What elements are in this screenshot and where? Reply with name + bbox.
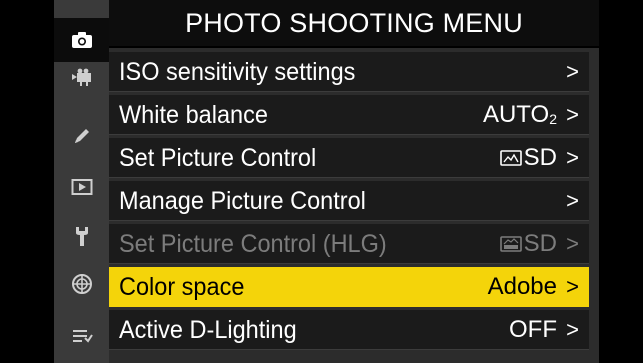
hlg-picture-control-value: SD [523,230,557,257]
chevron-right-icon: > [566,102,579,127]
menu-item-iso-sensitivity[interactable]: ISO sensitivity settings > [109,52,589,92]
my-menu-icon [72,330,93,343]
menu-item-label: Color space [119,273,245,301]
picture-control-value: SD [523,144,557,171]
sidebar-item-movie-shooting[interactable] [54,55,109,99]
menu-header: PHOTO SHOOTING MENU [109,0,599,48]
menu-item-label: ISO sensitivity settings [119,58,356,86]
chevron-right-icon: > [566,231,579,256]
menu-item-label: Active D-Lighting [119,316,297,344]
chevron-right-icon: > [566,145,579,170]
chevron-right-icon: > [566,317,579,342]
picture-control-icon [499,150,522,166]
menu-item-value: SD [499,141,557,175]
menu-item-manage-picture-control[interactable]: Manage Picture Control > [109,181,589,221]
sidebar-item-playback[interactable] [54,165,109,209]
chevron-right-icon: > [566,188,579,213]
chevron-right-icon: > [566,274,579,299]
menu-list: ISO sensitivity settings > White balance… [109,52,589,353]
menu-item-value: AUTO 2 [483,98,557,132]
chevron-right-icon: > [566,59,579,84]
wrench-icon [75,227,88,246]
sidebar-item-setup[interactable] [54,214,109,258]
white-balance-value: AUTO [482,101,550,128]
sidebar-item-network[interactable] [54,262,109,306]
playback-icon [71,179,92,195]
pencil-icon [74,129,89,143]
menu-item-label: Manage Picture Control [119,187,366,215]
menu-item-value: OFF [509,316,557,343]
menu-item-active-d-lighting[interactable]: Active D-Lighting OFF > [109,310,589,350]
sidebar-item-custom-settings[interactable] [54,114,109,158]
network-icon [71,274,92,294]
menu-item-set-picture-control-hlg[interactable]: Set Picture Control (HLG) SD > [109,224,589,264]
camera-screen: PHOTO SHOOTING MENU ISO sensitivity sett… [54,0,599,363]
menu-item-white-balance[interactable]: White balance AUTO 2 > [109,95,589,135]
menu-item-label: Set Picture Control (HLG) [119,230,387,258]
menu-item-value: SD [499,227,557,261]
menu-item-color-space[interactable]: Color space Adobe > [109,267,589,307]
menu-item-label: White balance [119,101,268,129]
movie-camera-icon [71,68,91,86]
white-balance-subscript: 2 [549,111,557,127]
hlg-picture-control-icon [499,236,522,252]
page-title: PHOTO SHOOTING MENU [185,7,523,38]
menu-item-set-picture-control[interactable]: Set Picture Control SD > [109,138,589,178]
menu-item-value: Adobe [487,273,557,300]
sidebar-item-my-menu[interactable] [54,314,109,358]
menu-item-label: Set Picture Control [119,144,317,172]
menu-sidebar [54,0,109,363]
camera-icon [71,32,92,48]
